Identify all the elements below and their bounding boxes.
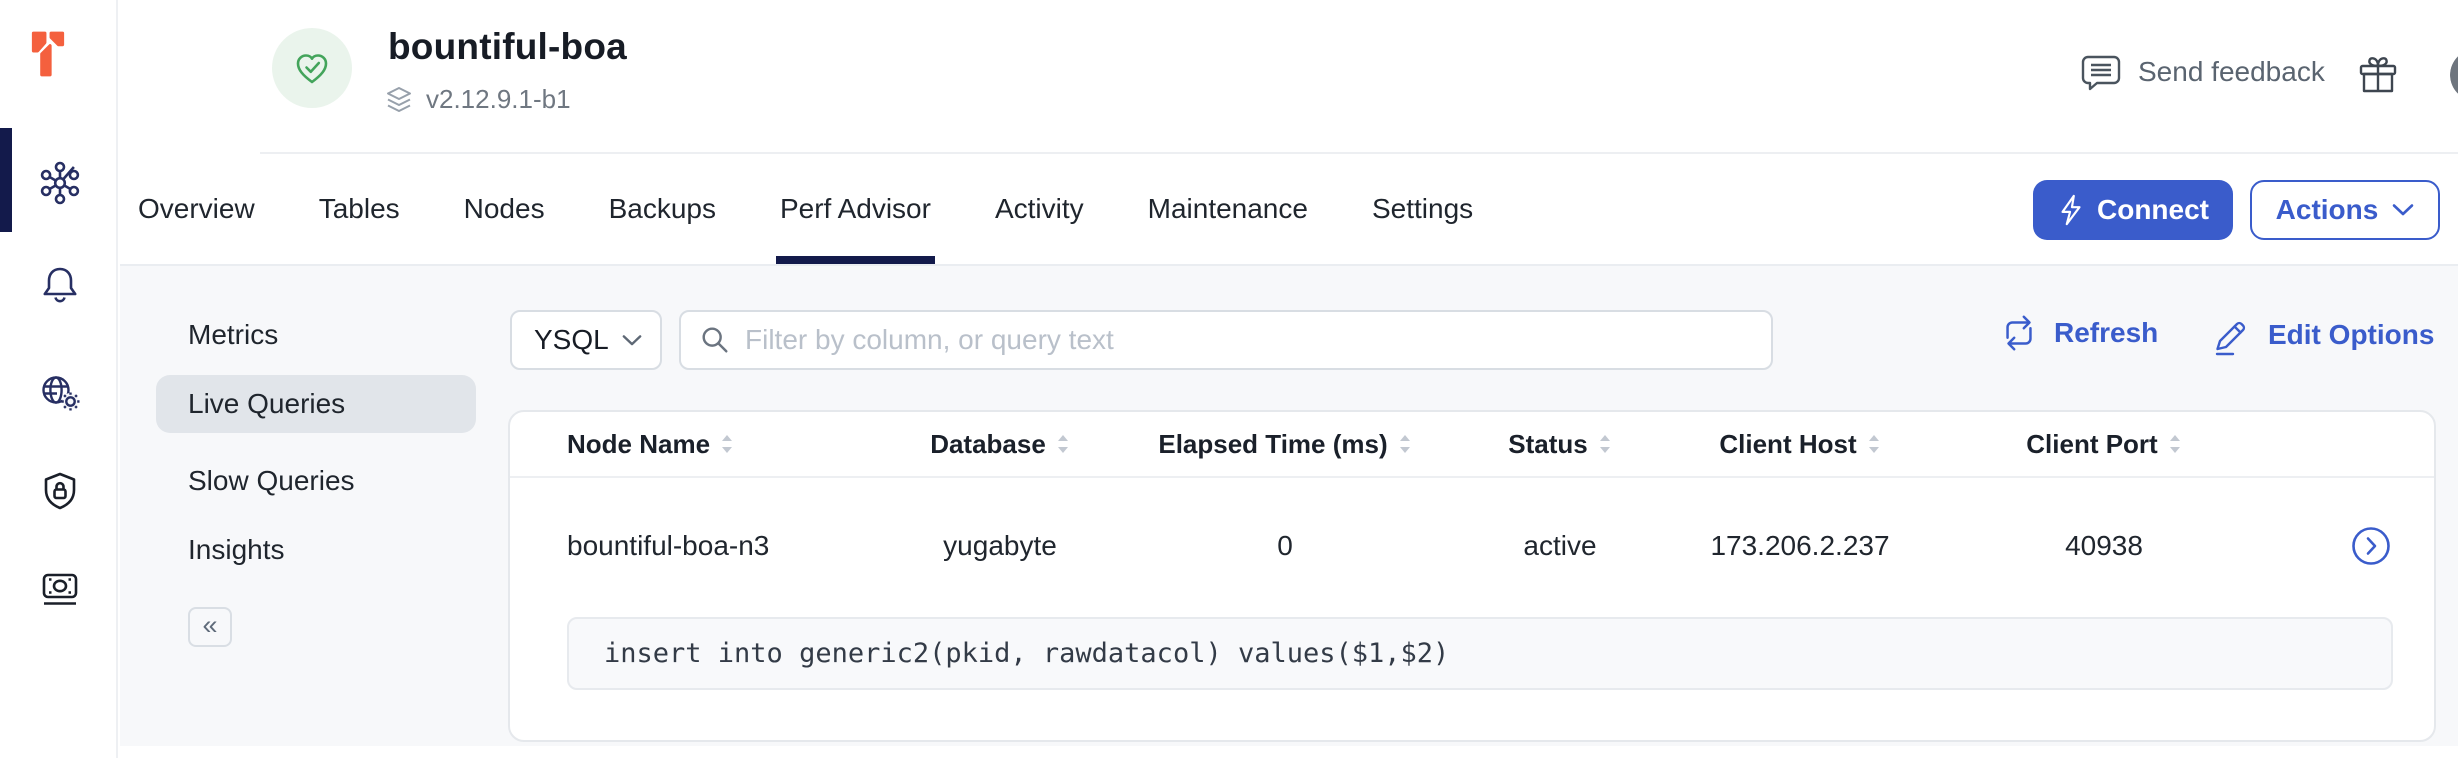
left-nav-rail [0, 0, 118, 758]
send-feedback-button[interactable]: Send feedback [2080, 52, 2325, 92]
app-window: bountiful-boa v2.12.9.1-b1 Send feedback [0, 0, 2458, 758]
collapse-chevrons-icon: « [202, 612, 217, 639]
cell-status: active [1420, 530, 1700, 562]
refresh-label: Refresh [2054, 317, 2158, 349]
cluster-tabs: Overview Tables Nodes Backups Perf Advis… [138, 154, 1473, 264]
column-header-client-host[interactable]: Client Host [1700, 429, 1900, 460]
connect-button-label: Connect [2097, 194, 2209, 226]
refresh-button[interactable]: Refresh [1998, 312, 2158, 354]
cluster-header: bountiful-boa v2.12.9.1-b1 Send feedback [120, 0, 2458, 154]
active-nav-indicator [0, 128, 12, 232]
billing-nav-icon[interactable] [37, 565, 83, 611]
tab-overview[interactable]: Overview [138, 154, 255, 264]
chevron-right-circle-icon [2351, 526, 2391, 566]
cell-client-host: 173.206.2.237 [1700, 530, 1900, 562]
sidebar-item-slow-queries[interactable]: Slow Queries [188, 465, 355, 497]
sort-icon [2168, 434, 2182, 454]
feedback-bubble-icon [2080, 52, 2122, 92]
sort-icon [1598, 434, 1612, 454]
tab-activity[interactable]: Activity [995, 154, 1084, 264]
table-row[interactable]: bountiful-boa-n3 yugabyte 0 active 173.2… [510, 478, 2434, 614]
table-header-row: Node Name Database Elapsed Time (ms) Sta… [510, 412, 2434, 478]
lightning-icon [2057, 194, 2085, 226]
query-filter-searchbox [679, 310, 1773, 370]
heart-check-icon [292, 49, 332, 87]
layers-icon [384, 85, 414, 115]
cluster-tabbar: Overview Tables Nodes Backups Perf Advis… [120, 154, 2458, 266]
send-feedback-label: Send feedback [2138, 56, 2325, 88]
cell-elapsed-time: 0 [1150, 530, 1420, 562]
cell-node-name: bountiful-boa-n3 [510, 530, 850, 562]
query-filter-input[interactable] [745, 324, 1753, 356]
search-icon [699, 324, 731, 356]
sidebar-collapse-button[interactable]: « [188, 607, 232, 647]
tab-backups[interactable]: Backups [609, 154, 716, 264]
tab-tables[interactable]: Tables [319, 154, 400, 264]
user-avatar[interactable] [2450, 49, 2458, 101]
chevron-down-icon [622, 334, 642, 347]
query-text-box: insert into generic2(pkid, rawdatacol) v… [567, 617, 2393, 690]
column-header-client-port[interactable]: Client Port [1900, 429, 2308, 460]
column-label: Node Name [567, 429, 710, 460]
sidebar-item-label: Live Queries [188, 388, 345, 420]
network-settings-nav-icon[interactable] [37, 370, 83, 416]
connect-button[interactable]: Connect [2033, 180, 2233, 240]
tab-nodes[interactable]: Nodes [464, 154, 545, 264]
alerts-bell-nav-icon[interactable] [37, 262, 83, 308]
security-shield-nav-icon[interactable] [37, 469, 83, 515]
tab-maintenance[interactable]: Maintenance [1148, 154, 1308, 264]
api-type-value: YSQL [534, 324, 622, 356]
refresh-icon [1998, 312, 2040, 354]
sort-icon [1056, 434, 1070, 454]
query-sql-text: insert into generic2(pkid, rawdatacol) v… [604, 638, 1449, 669]
sort-icon [720, 434, 734, 454]
column-header-node-name[interactable]: Node Name [510, 429, 850, 460]
api-type-select[interactable]: YSQL [510, 310, 662, 370]
column-label: Client Host [1719, 429, 1856, 460]
sidebar-item-insights[interactable]: Insights [188, 534, 285, 566]
actions-button-label: Actions [2276, 194, 2379, 226]
clusters-nav-icon[interactable] [37, 160, 83, 206]
edit-options-button[interactable]: Edit Options [2210, 312, 2434, 358]
live-queries-card: Node Name Database Elapsed Time (ms) Sta… [508, 410, 2436, 742]
edit-options-label: Edit Options [2268, 319, 2434, 351]
cluster-version-label: v2.12.9.1-b1 [426, 84, 571, 115]
cell-client-port: 40938 [1900, 530, 2308, 562]
tab-settings[interactable]: Settings [1372, 154, 1473, 264]
sidebar-item-metrics[interactable]: Metrics [188, 319, 278, 351]
cluster-version-row: v2.12.9.1-b1 [384, 84, 571, 115]
row-expand-button[interactable] [2308, 526, 2434, 566]
column-header-database[interactable]: Database [850, 429, 1150, 460]
column-label: Client Port [2026, 429, 2157, 460]
sort-icon [1398, 434, 1412, 454]
chevron-down-icon [2392, 203, 2414, 217]
tab-perf-advisor[interactable]: Perf Advisor [780, 154, 931, 264]
cluster-health-badge [272, 28, 352, 108]
column-header-status[interactable]: Status [1420, 429, 1700, 460]
pencil-icon [2210, 312, 2254, 358]
column-label: Database [930, 429, 1046, 460]
gift-icon[interactable] [2356, 52, 2400, 98]
sidebar-item-live-queries[interactable]: Live Queries [156, 375, 476, 433]
yugabyte-logo-icon[interactable] [26, 28, 70, 80]
column-label: Status [1508, 429, 1587, 460]
column-header-elapsed-time[interactable]: Elapsed Time (ms) [1150, 429, 1420, 460]
sort-icon [1867, 434, 1881, 454]
cell-database: yugabyte [850, 530, 1150, 562]
cluster-name-title: bountiful-boa [388, 26, 627, 68]
actions-button[interactable]: Actions [2250, 180, 2440, 240]
column-label: Elapsed Time (ms) [1158, 429, 1387, 460]
